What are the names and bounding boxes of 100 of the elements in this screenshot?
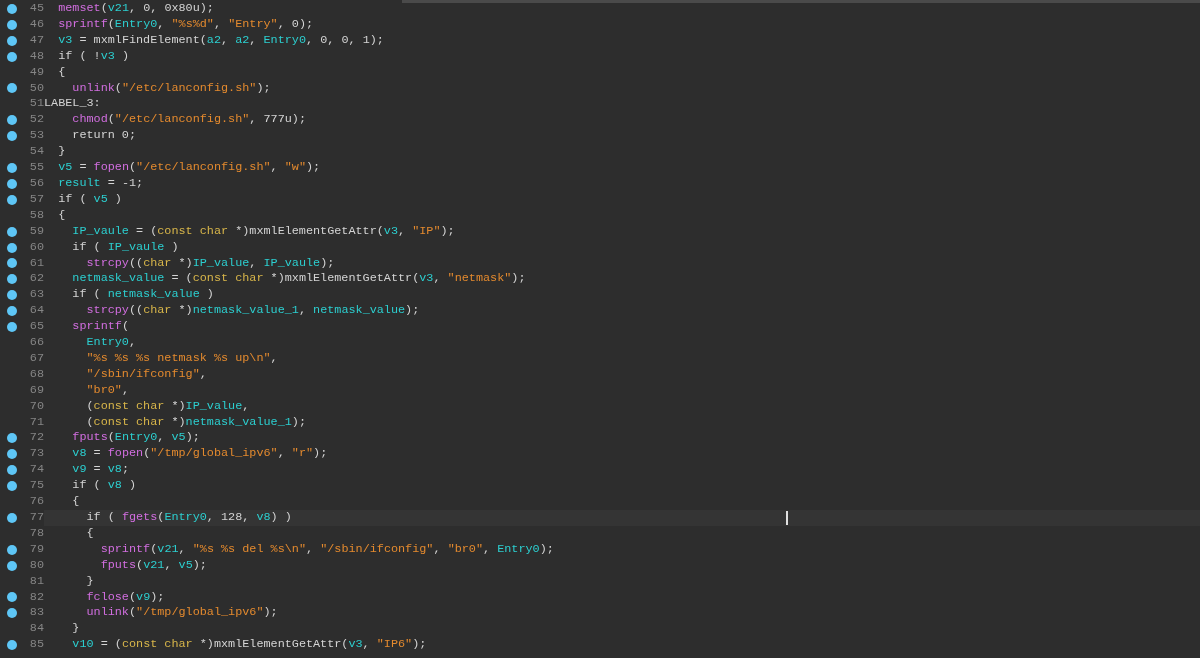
code-line: if ( netmask_value ) <box>71 287 214 304</box>
code-line: { <box>71 494 80 510</box>
code-line: sprintf( <box>71 319 129 336</box>
code-line: result = -1; <box>57 175 144 192</box>
code-line: v8 = fopen("/tmp/global_ipv6", "r"); <box>71 446 328 463</box>
breakpoint-dot[interactable] <box>7 3 17 14</box>
breakpoint-dot[interactable] <box>7 465 17 476</box>
line-number: 59 <box>28 223 44 240</box>
line-number: 70 <box>28 398 44 415</box>
line-number: 69 <box>28 382 44 399</box>
line-number: 55 <box>28 160 44 176</box>
line-number: 47 <box>28 32 44 49</box>
line-number: 79 <box>28 541 44 558</box>
code-line: "/sbin/ifconfig", <box>85 366 207 383</box>
code-line: if ( IP_vaule ) <box>71 239 179 256</box>
breakpoint-dot[interactable] <box>7 512 17 523</box>
breakpoint-dot[interactable] <box>7 592 17 603</box>
code-line: return 0; <box>71 128 137 145</box>
line-number: 57 <box>28 191 44 208</box>
code-line: memset(v21, 0, 0x80u); <box>57 1 214 17</box>
line-number: 45 <box>28 1 44 17</box>
code-line: LABEL_3: <box>44 96 101 113</box>
code-line: chmod("/etc/lanconfig.sh", 777u); <box>71 112 306 129</box>
code-line: sprintf(Entry0, "%s%d", "Entry", 0); <box>57 16 314 33</box>
line-number: 52 <box>28 112 44 129</box>
code-line: Entry0, <box>85 335 137 351</box>
code-line: if ( fgets(Entry0, 128, v8) ) <box>85 510 292 526</box>
line-number: 77 <box>28 510 44 526</box>
breakpoint-dot[interactable] <box>7 131 17 142</box>
breakpoint-dot[interactable] <box>7 306 17 317</box>
breakpoint-dot[interactable] <box>7 544 17 555</box>
breakpoint-dot[interactable] <box>7 83 17 94</box>
code-line: "%s %s %s netmask %s up\n", <box>85 350 278 367</box>
line-number: 74 <box>28 462 44 479</box>
code-line: (const char *)netmask_value_1); <box>85 414 306 431</box>
line-number: 63 <box>28 287 44 304</box>
line-number: 81 <box>28 573 44 590</box>
line-number: 64 <box>28 303 44 320</box>
line-number: 78 <box>28 525 44 542</box>
code-line: { <box>57 207 66 224</box>
breakpoint-dot[interactable] <box>7 449 17 460</box>
breakpoint-dot[interactable] <box>7 35 17 46</box>
breakpoint-dot[interactable] <box>7 433 17 444</box>
line-number: 82 <box>28 589 44 606</box>
breakpoint-dot[interactable] <box>7 51 17 62</box>
code-line: v9 = v8; <box>71 462 129 479</box>
code-line: strcpy((char *)IP_value, IP_vaule); <box>85 255 335 272</box>
breakpoint-dot[interactable] <box>7 242 17 253</box>
code-line: { <box>57 64 66 81</box>
line-number: 71 <box>28 414 44 431</box>
line-number: 46 <box>28 16 44 33</box>
breakpoint-dot[interactable] <box>7 640 17 651</box>
code-line: { <box>85 525 94 542</box>
line-number: 50 <box>28 80 44 97</box>
breakpoint-dot[interactable] <box>7 163 17 173</box>
code-line: "br0", <box>85 382 129 399</box>
breakpoint-dot[interactable] <box>7 290 17 301</box>
breakpoint-dot[interactable] <box>7 560 17 571</box>
code-line: v10 = (const char *)mxmlElementGetAttr(v3, "IP6"); <box>71 637 427 654</box>
code-line: sprintf(v21, "%s %s del %s\n", "/sbin/ifconfig", "br0", Entry0); <box>99 541 554 558</box>
code-line: } <box>57 144 66 161</box>
line-number: 80 <box>28 557 44 574</box>
code-line: if ( !v3 ) <box>57 48 129 65</box>
line-number: 67 <box>28 350 44 367</box>
line-number: 73 <box>28 446 44 463</box>
line-number: 72 <box>28 430 44 447</box>
line-number: 53 <box>28 128 44 145</box>
breakpoint-dot[interactable] <box>7 608 17 619</box>
breakpoint-dot[interactable] <box>7 178 17 189</box>
breakpoint-dot[interactable] <box>7 115 17 126</box>
breakpoint-dot[interactable] <box>7 274 17 285</box>
code-line: fputs(v21, v5); <box>99 557 207 574</box>
breakpoint-dot[interactable] <box>7 194 17 205</box>
breakpoint-dot[interactable] <box>7 322 17 333</box>
line-number: 54 <box>28 144 44 161</box>
code-line: unlink("/tmp/global_ipv6"); <box>85 605 278 622</box>
code-line: } <box>71 621 80 638</box>
text-cursor <box>786 511 788 525</box>
line-number: 76 <box>28 494 44 510</box>
code-line: fputs(Entry0, v5); <box>71 430 200 447</box>
breakpoint-dot[interactable] <box>7 481 17 492</box>
line-number: 48 <box>28 48 44 65</box>
breakpoint-dot[interactable] <box>7 19 17 30</box>
line-number: 68 <box>28 366 44 383</box>
breakpoint-dot[interactable] <box>7 258 17 269</box>
line-number: 61 <box>28 255 44 272</box>
code-line: (const char *)IP_value, <box>85 398 250 415</box>
code-line: } <box>85 573 94 590</box>
line-number: 65 <box>28 319 44 336</box>
line-number: 58 <box>28 207 44 224</box>
code-line: v3 = mxmlFindElement(a2, a2, Entry0, 0, 0, 1); <box>57 32 384 49</box>
breakpoint-dot[interactable] <box>7 226 17 237</box>
code-line: fclose(v9); <box>85 589 165 606</box>
code-line: if ( v8 ) <box>71 478 137 495</box>
line-number: 60 <box>28 239 44 256</box>
line-number: 56 <box>28 175 44 192</box>
line-number: 83 <box>28 605 44 622</box>
line-number: 84 <box>28 621 44 638</box>
line-number: 51 <box>28 96 44 113</box>
line-number: 85 <box>28 637 44 654</box>
